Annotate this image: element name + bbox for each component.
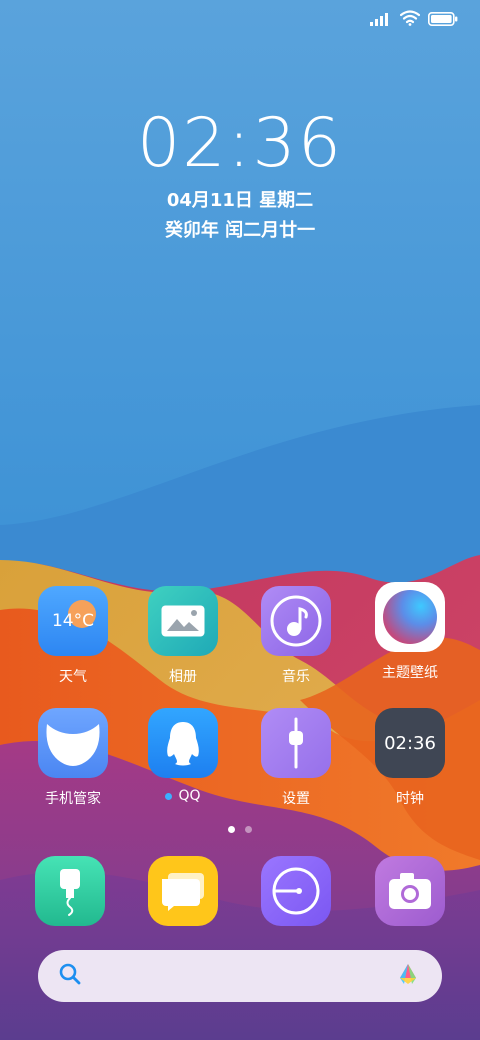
app-label-weather: 天气: [59, 669, 87, 685]
app-label-security: 手机管家: [45, 791, 101, 807]
gallery-icon: [148, 586, 218, 656]
wifi-icon: [399, 10, 421, 30]
weather-icon: 14°C: [38, 586, 108, 656]
dock-messages[interactable]: [128, 856, 238, 926]
qq-label-text: QQ: [178, 788, 201, 804]
battery-icon: [428, 11, 458, 30]
settings-slider-icon: [261, 708, 331, 778]
clock-icon: 02:36: [375, 708, 445, 778]
music-icon: [261, 586, 331, 656]
page-indicator[interactable]: [0, 826, 480, 833]
shield-icon: [38, 708, 108, 778]
app-label-themes: 主题壁纸: [382, 665, 438, 681]
app-label-qq: QQ: [165, 788, 201, 804]
app-label-music: 音乐: [282, 669, 310, 685]
new-install-dot: [165, 792, 173, 800]
messages-icon: [148, 856, 218, 926]
clock-icon-time: 02:36: [384, 732, 436, 754]
app-gallery[interactable]: 相册: [128, 586, 238, 686]
camera-icon: [375, 856, 445, 926]
lockscreen-clock[interactable]: 02:36: [0, 104, 480, 183]
app-label-settings: 设置: [282, 791, 310, 807]
app-label-clock: 时钟: [396, 791, 424, 807]
signal-bars-icon: [370, 11, 392, 30]
dock-camera[interactable]: [355, 856, 465, 926]
app-clock[interactable]: 02:36 时钟: [355, 708, 465, 808]
browser-icon: [261, 856, 331, 926]
page-dot-active[interactable]: [228, 826, 235, 833]
dock-phone[interactable]: [15, 856, 125, 926]
app-music[interactable]: 音乐: [241, 586, 351, 686]
app-qq[interactable]: QQ: [128, 708, 238, 804]
qq-penguin-icon: [148, 708, 218, 778]
search-bar[interactable]: [38, 950, 442, 1002]
weather-temp: 14°C: [51, 611, 94, 631]
status-bar: [370, 10, 458, 30]
lockscreen-date: 04月11日 星期二: [166, 190, 314, 211]
app-themes[interactable]: 主题壁纸: [355, 582, 465, 682]
themes-icon: [375, 582, 445, 652]
assistant-logo-icon[interactable]: [394, 962, 422, 990]
dock-browser[interactable]: [241, 856, 351, 926]
app-label-gallery: 相册: [169, 669, 197, 685]
search-icon[interactable]: [58, 962, 82, 990]
app-security[interactable]: 手机管家: [18, 708, 128, 808]
phone-icon: [35, 856, 105, 926]
page-dot[interactable]: [245, 826, 252, 833]
app-weather[interactable]: 14°C 天气: [18, 586, 128, 686]
lockscreen-lunar-date: 癸卯年 闰二月廿一: [164, 220, 316, 241]
app-settings[interactable]: 设置: [241, 708, 351, 808]
